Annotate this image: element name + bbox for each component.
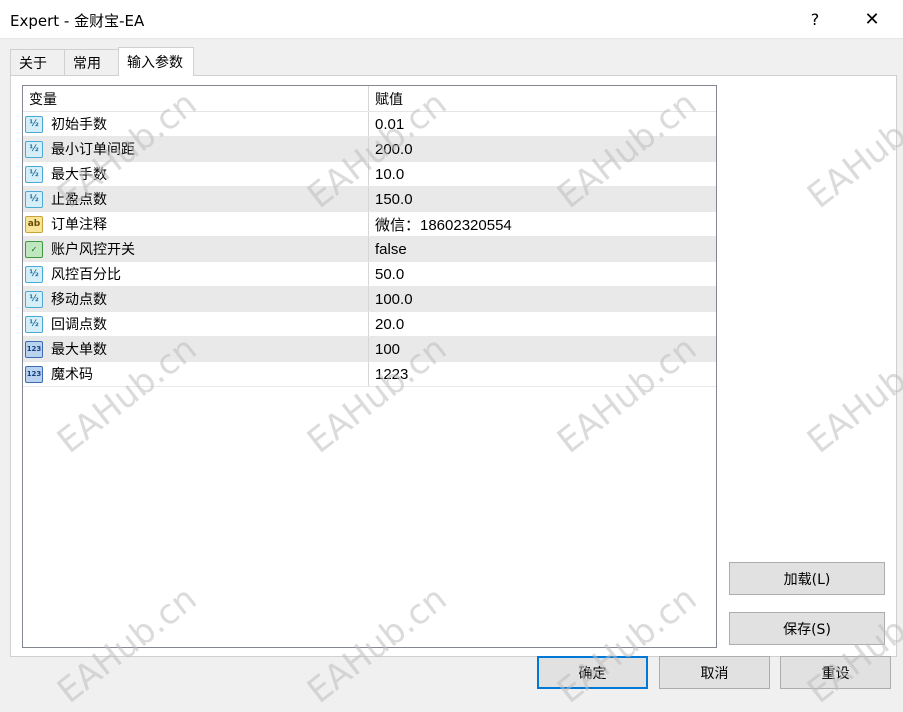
tab-common[interactable]: 常用 bbox=[64, 49, 119, 75]
value-cell[interactable]: 20.0 bbox=[369, 312, 716, 336]
ok-button[interactable]: 确定 bbox=[537, 656, 648, 689]
close-button[interactable]: ✕ bbox=[846, 0, 898, 38]
window-title: Expert - 金财宝-EA bbox=[10, 12, 145, 30]
load-button[interactable]: 加载(L) bbox=[729, 562, 885, 595]
double-type-icon: ½ bbox=[25, 315, 43, 333]
variable-name: 最大单数 bbox=[51, 342, 107, 358]
variable-cell[interactable]: ½ 止盈点数 bbox=[23, 187, 369, 211]
variable-name: 初始手数 bbox=[51, 117, 107, 133]
variable-name: 最小订单间距 bbox=[51, 142, 135, 158]
table-row[interactable]: ½ 最大手数 10.0 bbox=[23, 162, 716, 187]
double-type-icon: ½ bbox=[25, 115, 43, 133]
parameters-table[interactable]: 变量 赋值 ½ 初始手数 0.01 ½ 最小订单间距 200.0 ½ 最大手数 10.0 ½ 止盈点… bbox=[22, 85, 717, 648]
table-row[interactable]: 123 最大单数 100 bbox=[23, 337, 716, 362]
variable-cell[interactable]: 123 最大单数 bbox=[23, 337, 369, 361]
variable-name: 账户风控开关 bbox=[51, 242, 135, 258]
value-cell[interactable]: false bbox=[369, 237, 716, 261]
header-variable[interactable]: 变量 bbox=[23, 86, 369, 111]
variable-cell[interactable]: ½ 初始手数 bbox=[23, 112, 369, 136]
table-row[interactable]: ½ 初始手数 0.01 bbox=[23, 112, 716, 137]
variable-name: 风控百分比 bbox=[51, 267, 121, 283]
table-row[interactable]: 123 魔术码 1223 bbox=[23, 362, 716, 387]
string-type-icon: ab bbox=[25, 215, 43, 233]
variable-cell[interactable]: ½ 回调点数 bbox=[23, 312, 369, 336]
variable-name: 最大手数 bbox=[51, 167, 107, 183]
int-type-icon: 123 bbox=[25, 340, 43, 358]
value-cell[interactable]: 200.0 bbox=[369, 137, 716, 161]
variable-cell[interactable]: ✓ 账户风控开关 bbox=[23, 237, 369, 261]
double-type-icon: ½ bbox=[25, 290, 43, 308]
table-header: 变量 赋值 bbox=[23, 86, 716, 112]
tab-inputs[interactable]: 输入参数 bbox=[118, 47, 194, 76]
variable-cell[interactable]: ½ 风控百分比 bbox=[23, 262, 369, 286]
value-cell[interactable]: 微信：18602320554 bbox=[369, 212, 716, 236]
table-row[interactable]: ½ 移动点数 100.0 bbox=[23, 287, 716, 312]
variable-name: 订单注释 bbox=[51, 217, 107, 233]
double-type-icon: ½ bbox=[25, 265, 43, 283]
reset-button[interactable]: 重设 bbox=[780, 656, 891, 689]
table-row[interactable]: ½ 止盈点数 150.0 bbox=[23, 187, 716, 212]
variable-cell[interactable]: ½ 最大手数 bbox=[23, 162, 369, 186]
value-cell[interactable]: 1223 bbox=[369, 362, 716, 386]
bool-type-icon: ✓ bbox=[25, 240, 43, 258]
variable-cell[interactable]: 123 魔术码 bbox=[23, 362, 369, 386]
cancel-button[interactable]: 取消 bbox=[659, 656, 770, 689]
double-type-icon: ½ bbox=[25, 190, 43, 208]
table-row[interactable]: ½ 最小订单间距 200.0 bbox=[23, 137, 716, 162]
variable-cell[interactable]: ab 订单注释 bbox=[23, 212, 369, 236]
variable-name: 回调点数 bbox=[51, 317, 107, 333]
title-bar: Expert - 金财宝-EA ? ✕ bbox=[0, 0, 903, 39]
variable-cell[interactable]: ½ 最小订单间距 bbox=[23, 137, 369, 161]
table-row[interactable]: ½ 回调点数 20.0 bbox=[23, 312, 716, 337]
variable-cell[interactable]: ½ 移动点数 bbox=[23, 287, 369, 311]
value-cell[interactable]: 0.01 bbox=[369, 112, 716, 136]
int-type-icon: 123 bbox=[25, 365, 43, 383]
variable-name: 止盈点数 bbox=[51, 192, 107, 208]
value-cell[interactable]: 100.0 bbox=[369, 287, 716, 311]
variable-name: 移动点数 bbox=[51, 292, 107, 308]
table-row[interactable]: ✓ 账户风控开关 false bbox=[23, 237, 716, 262]
value-cell[interactable]: 100 bbox=[369, 337, 716, 361]
double-type-icon: ½ bbox=[25, 140, 43, 158]
table-row[interactable]: ½ 风控百分比 50.0 bbox=[23, 262, 716, 287]
value-cell[interactable]: 150.0 bbox=[369, 187, 716, 211]
variable-name: 魔术码 bbox=[51, 367, 93, 383]
header-value[interactable]: 赋值 bbox=[369, 86, 716, 111]
value-cell[interactable]: 10.0 bbox=[369, 162, 716, 186]
double-type-icon: ½ bbox=[25, 165, 43, 183]
tab-about[interactable]: 关于 bbox=[10, 49, 65, 75]
table-row[interactable]: ab 订单注释 微信：18602320554 bbox=[23, 212, 716, 237]
help-button[interactable]: ? bbox=[790, 0, 840, 38]
value-cell[interactable]: 50.0 bbox=[369, 262, 716, 286]
save-button[interactable]: 保存(S) bbox=[729, 612, 885, 645]
